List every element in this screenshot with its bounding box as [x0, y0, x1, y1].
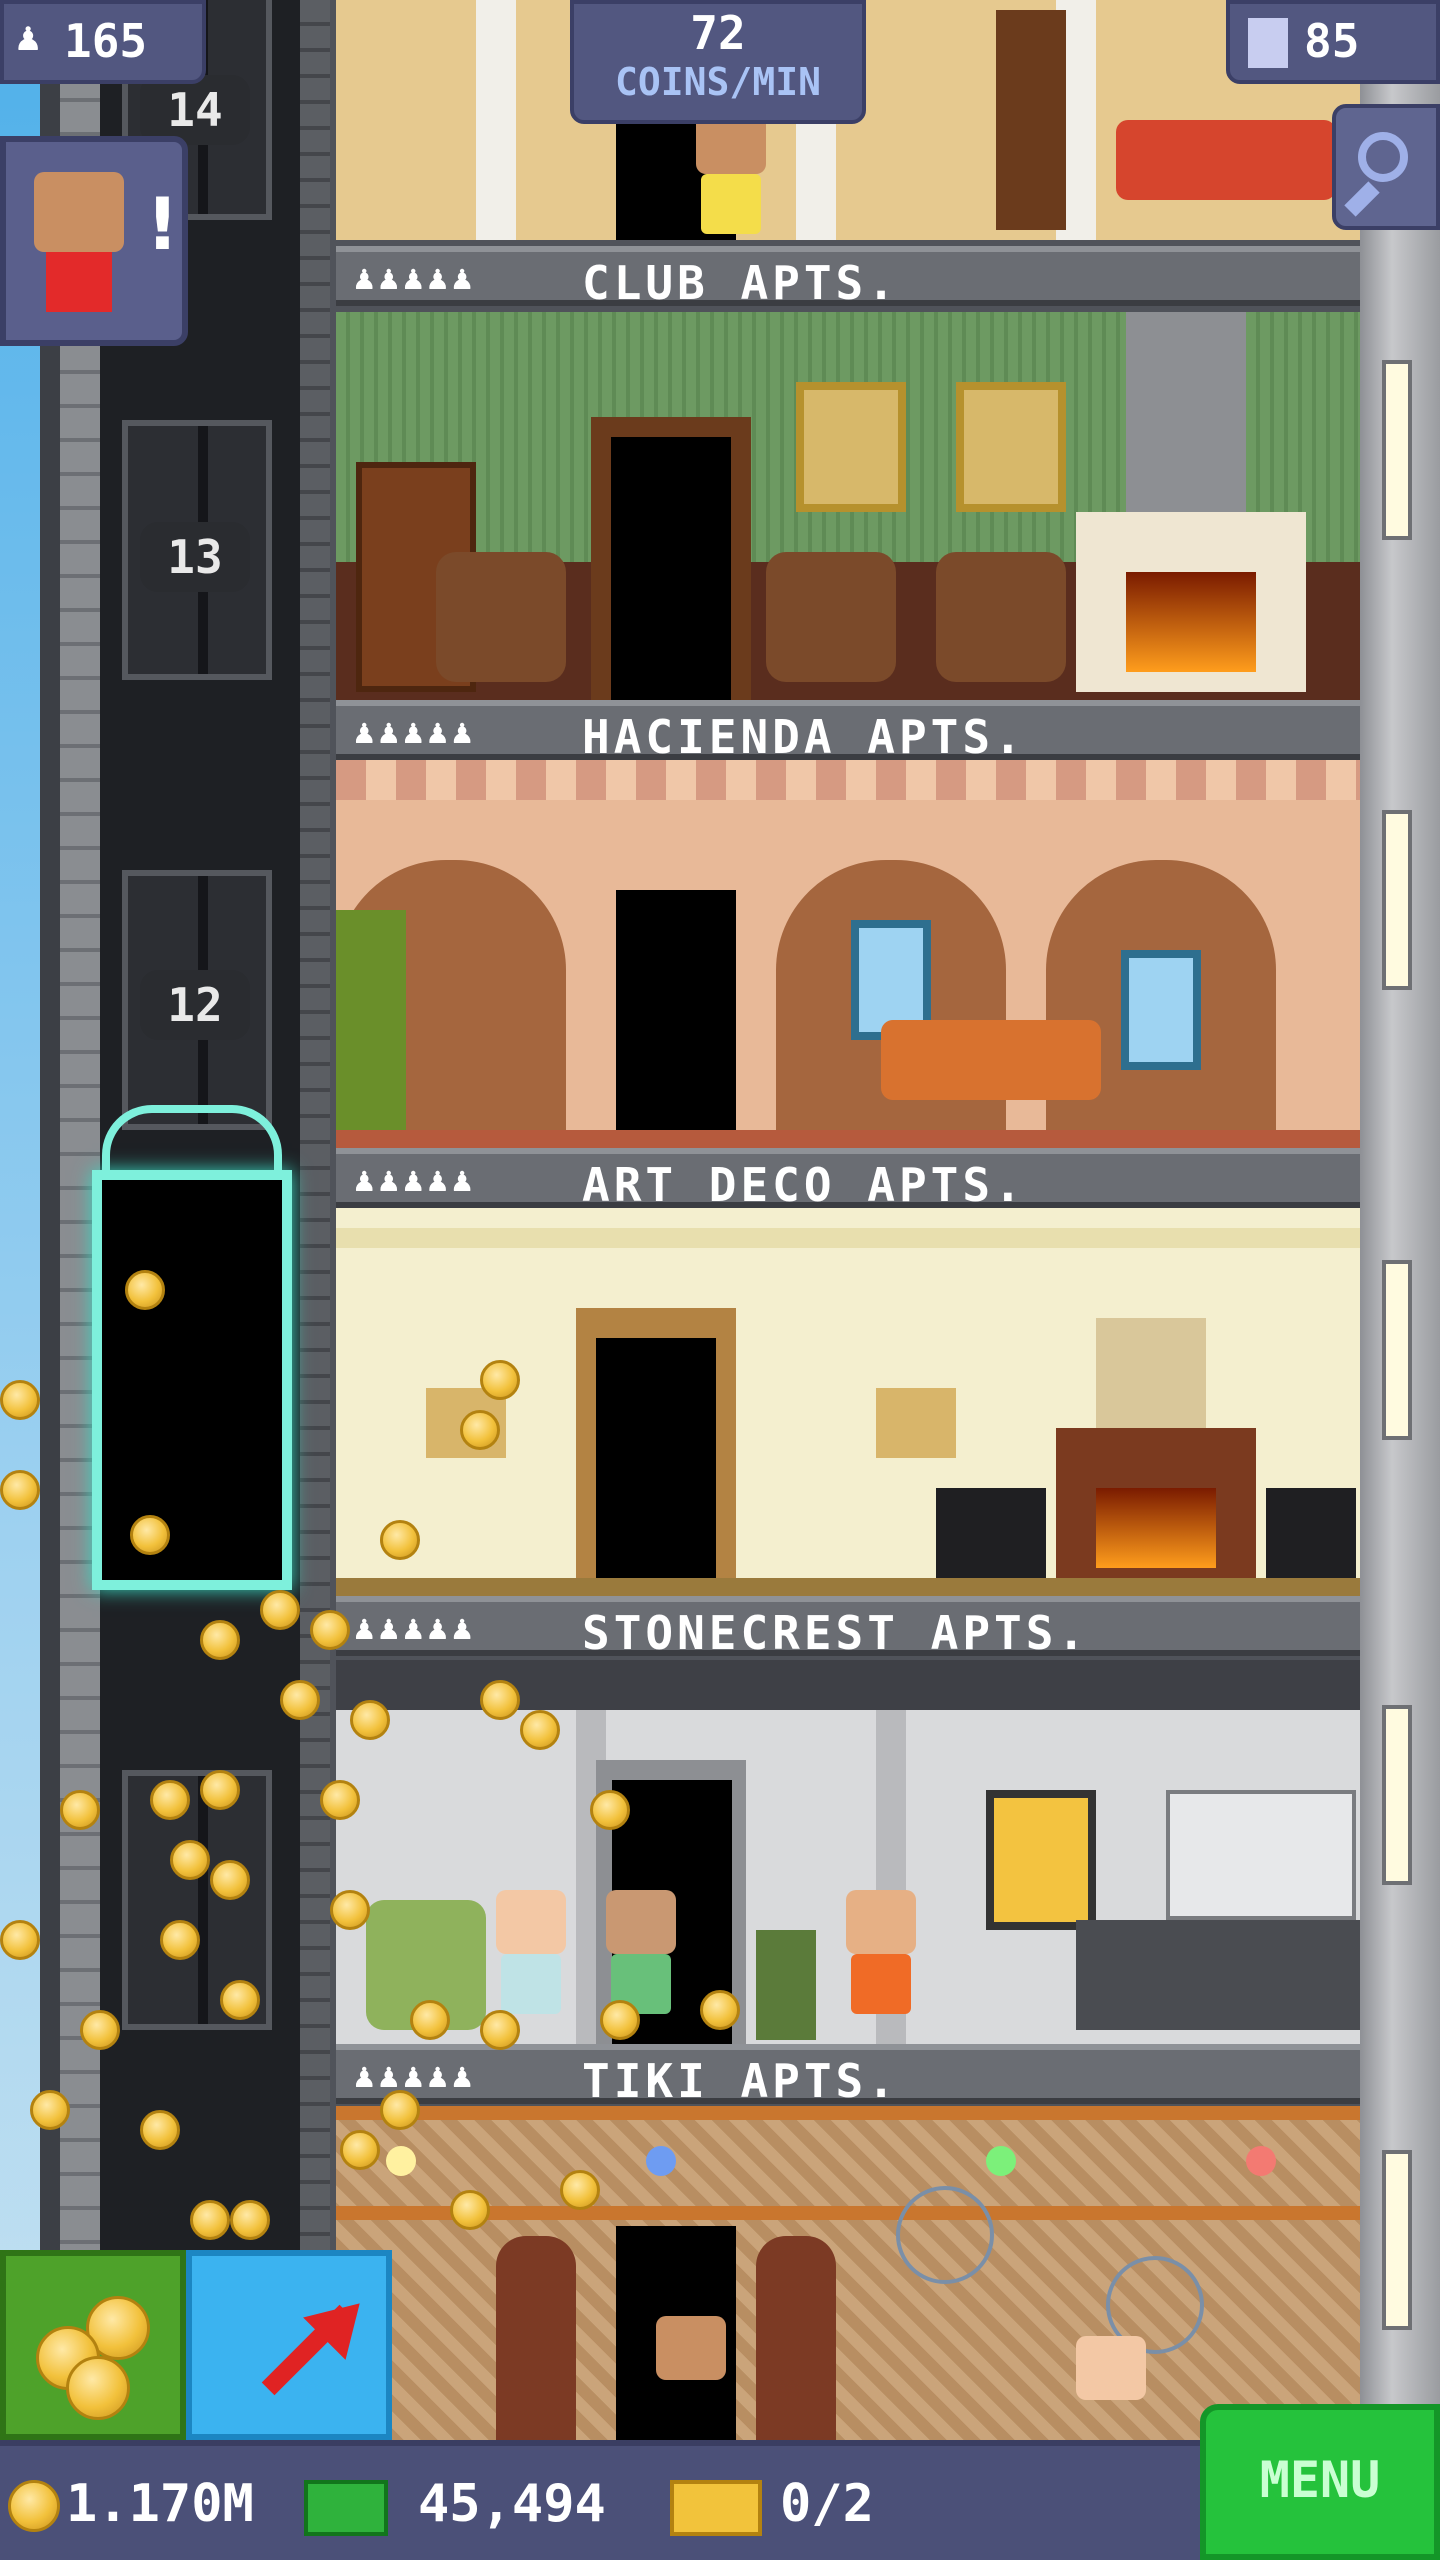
coin-icon: [8, 2480, 60, 2532]
plant: [756, 1930, 816, 2040]
resident[interactable]: [696, 110, 766, 234]
bux-balance: 45,494: [418, 2474, 606, 2534]
floor-number-13: 13: [140, 522, 250, 592]
floor-label-stonecrest[interactable]: ♟♟♟♟♟ STONECREST APTS.: [336, 1596, 1360, 1660]
kitchen-counter: [1076, 1920, 1360, 2030]
search-button[interactable]: [1332, 104, 1440, 230]
hanging-lamp: [986, 2146, 1016, 2176]
tiki-statue: [496, 2236, 576, 2440]
resident[interactable]: [846, 1890, 916, 2014]
portrait-frame: [796, 382, 906, 512]
floor-number-14: 14: [140, 75, 250, 145]
sofa: [881, 1020, 1101, 1100]
room-door: [611, 437, 731, 700]
floor-tiki-room[interactable]: [336, 2106, 1360, 2440]
hanging-lamp: [646, 2146, 676, 2176]
armchair: [766, 552, 896, 682]
floor-name: HACIENDA APTS.: [582, 710, 1026, 764]
resident[interactable]: [496, 1890, 566, 2014]
population-counter[interactable]: ♟ 165: [0, 0, 206, 84]
person-icon: ♟: [16, 14, 41, 60]
hanging-lamp: [1246, 2146, 1276, 2176]
resident[interactable]: [656, 2316, 726, 2380]
plant: [336, 910, 406, 1150]
occupancy-icons: ♟♟♟♟♟: [354, 1608, 477, 1648]
bux-icon: [304, 2480, 388, 2536]
elevator-car[interactable]: [92, 1105, 292, 1590]
menu-button[interactable]: MENU: [1200, 2404, 1440, 2560]
magnifier-icon: [1358, 132, 1408, 182]
armchair: [1266, 1488, 1356, 1588]
floor-count-value: 85: [1304, 14, 1360, 68]
resident[interactable]: [1076, 2336, 1146, 2400]
kitchen-cabinet: [1166, 1790, 1356, 1920]
bitizen-avatar: [34, 172, 124, 252]
wall-lamp: [1382, 1705, 1412, 1885]
floor-stonecrest-room[interactable]: [336, 1660, 1360, 2050]
fire: [1096, 1488, 1216, 1568]
bird-cage: [896, 2186, 994, 2284]
occupancy-icons: ♟♟♟♟♟: [354, 258, 477, 298]
floor-club-room[interactable]: [336, 312, 1360, 700]
wall-sconce: [876, 1388, 956, 1458]
elevator-crown: [102, 1105, 282, 1175]
sofa: [1116, 120, 1336, 200]
floor-label-club[interactable]: ♟♟♟♟♟ CLUB APTS.: [336, 246, 1360, 310]
chimney: [1126, 312, 1246, 512]
wall-painting: [986, 1790, 1096, 1930]
floor-name: TIKI APTS.: [582, 2054, 899, 2108]
floor-name: CLUB APTS.: [582, 256, 899, 310]
floor-name: ART DECO APTS.: [582, 1158, 1026, 1212]
wall-lamp: [1382, 1260, 1412, 1440]
room-door: [596, 1338, 716, 1598]
coins-rate-unit: COINS/MIN: [615, 60, 821, 104]
floor-name: STONECREST APTS.: [582, 1606, 1090, 1660]
armchair: [936, 552, 1066, 682]
room-door: [616, 890, 736, 1150]
occupancy-icons: ♟♟♟♟♟: [354, 1160, 477, 1200]
coin-balance: 1.170M: [66, 2474, 254, 2534]
ticket-icon: [670, 2480, 762, 2536]
floor-label-tiki[interactable]: ♟♟♟♟♟ TIKI APTS.: [336, 2044, 1360, 2108]
occupancy-icons: ♟♟♟♟♟: [354, 712, 477, 752]
portrait-frame: [956, 382, 1066, 512]
fire: [1126, 572, 1256, 672]
elevator-rail-right: [300, 0, 332, 2450]
collect-coins-button[interactable]: [0, 2250, 186, 2440]
build-floor-button[interactable]: [186, 2250, 392, 2440]
window: [1121, 950, 1201, 1070]
floor-number-12: 12: [140, 970, 250, 1040]
alert-icon: !: [146, 182, 179, 266]
hanging-lamp: [386, 2146, 416, 2176]
wall-lamp: [1382, 2150, 1412, 2330]
bookshelf: [996, 10, 1066, 230]
bitizen-notification-button[interactable]: !: [0, 136, 188, 346]
coins-rate-value: 72: [690, 6, 746, 60]
population-value: 165: [64, 14, 148, 68]
occupancy-icons: ♟♟♟♟♟: [354, 2056, 477, 2096]
building-icon: [1248, 18, 1288, 68]
ticket-count: 0/2: [780, 2474, 874, 2534]
building-right-pillar: [1360, 0, 1440, 2560]
floor-counter[interactable]: 85: [1226, 0, 1440, 84]
floor-label-art-deco[interactable]: ♟♟♟♟♟ ART DECO APTS.: [336, 1148, 1360, 1212]
wall-lamp: [1382, 360, 1412, 540]
coins-per-minute-display[interactable]: 72 COINS/MIN: [570, 0, 866, 124]
floor-art-deco-room[interactable]: [336, 1208, 1360, 1598]
floor-hacienda-room[interactable]: [336, 760, 1360, 1150]
wall-lamp: [1382, 810, 1412, 990]
floor-label-hacienda[interactable]: ♟♟♟♟♟ HACIENDA APTS.: [336, 700, 1360, 764]
tiki-statue: [756, 2236, 836, 2440]
wall-painting: [1096, 1318, 1206, 1428]
armchair: [436, 552, 566, 682]
armchair: [936, 1488, 1046, 1588]
resident[interactable]: [606, 1890, 676, 2014]
